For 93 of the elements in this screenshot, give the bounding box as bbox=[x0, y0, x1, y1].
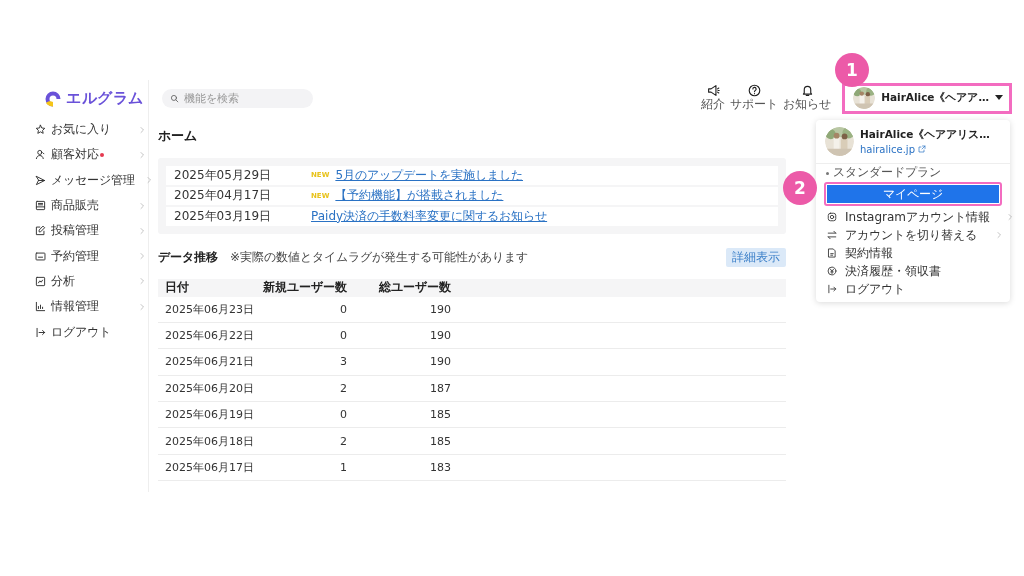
send-icon bbox=[35, 174, 46, 186]
chevron-icon bbox=[138, 150, 146, 159]
step-number: 2 bbox=[783, 171, 817, 205]
sidebar-item[interactable]: 情報管理 bbox=[30, 294, 148, 320]
chevron-icon bbox=[138, 302, 146, 311]
table-cell-text: 0 bbox=[339, 329, 347, 343]
chevron-icon bbox=[138, 252, 146, 261]
column-header: 新規ユーザー数 bbox=[262, 279, 347, 296]
camera-icon bbox=[827, 212, 837, 222]
header-icon-button[interactable]: お知らせ bbox=[783, 84, 832, 112]
notice-link[interactable]: Paidy決済の手数料率変更に関するお知らせ bbox=[311, 207, 548, 225]
my-page-button[interactable]: マイページ bbox=[824, 182, 1002, 206]
table-cell-text: 0 bbox=[339, 302, 347, 316]
table-cell-text: 2025年06月20日 bbox=[165, 380, 255, 396]
search-icon bbox=[170, 93, 179, 103]
table-cell-text: 2025年06月18日 bbox=[165, 433, 255, 449]
sidebar-item[interactable]: メッセージ管理 bbox=[30, 167, 148, 193]
account-button[interactable]: HairAlice《ヘアア… bbox=[842, 82, 1012, 114]
megaphone-icon bbox=[706, 84, 720, 98]
column-header: 総ユーザー数 bbox=[378, 279, 451, 296]
calendar-icon bbox=[35, 250, 46, 262]
menu-item[interactable]: Instagramアカウント情報 bbox=[816, 208, 1010, 226]
sidebar-item[interactable]: 投稿管理 bbox=[30, 218, 148, 244]
menu-item[interactable]: 決済履歴・領収書 bbox=[816, 262, 1010, 280]
header-icon-button[interactable]: 紹介 bbox=[701, 84, 726, 112]
chevron-icon bbox=[995, 231, 1003, 239]
table-cell-text: 2 bbox=[339, 381, 347, 395]
document-icon bbox=[827, 248, 837, 258]
chevron-icon bbox=[138, 226, 146, 235]
coin-icon bbox=[827, 266, 837, 276]
notice-date: 2025年03月19日 bbox=[174, 207, 273, 225]
table-cell-text: 2025年06月21日 bbox=[165, 354, 255, 370]
swap-icon bbox=[827, 230, 837, 240]
notice-link[interactable]: 【予約機能】が搭載されました bbox=[335, 187, 504, 205]
logo-icon bbox=[44, 89, 62, 108]
sidebar-item[interactable]: 顧客対応 bbox=[30, 142, 148, 168]
bar-chart-icon bbox=[35, 301, 46, 313]
table-cell-text: 0 bbox=[339, 408, 347, 422]
notice-date: 2025年04月17日 bbox=[174, 187, 273, 205]
chevron-icon bbox=[138, 125, 146, 134]
section-title: データ推移 bbox=[158, 249, 218, 266]
alert-dot bbox=[100, 152, 104, 157]
logout-icon bbox=[35, 326, 46, 338]
notice-link[interactable]: 5月のアップデートを実施しました bbox=[335, 166, 523, 184]
table-cell-text: 3 bbox=[339, 355, 347, 369]
table-cell-text: 2025年06月22日 bbox=[165, 328, 255, 344]
logout-icon bbox=[827, 284, 837, 294]
header-icon-button[interactable]: サポート bbox=[730, 84, 779, 112]
note-text: ※実際の数値とタイムラグが発生する可能性があります bbox=[230, 249, 529, 266]
help-icon bbox=[747, 84, 761, 98]
document-icon bbox=[35, 275, 46, 287]
table-cell-text: 2 bbox=[339, 434, 347, 448]
table-cell-text: 185 bbox=[429, 408, 451, 422]
person-icon bbox=[35, 149, 46, 161]
table-cell-text: 1 bbox=[339, 461, 347, 475]
star-icon bbox=[35, 124, 46, 136]
sidebar-item[interactable]: ログアウト bbox=[30, 319, 148, 345]
menu-item[interactable]: 契約情報 bbox=[816, 244, 1010, 262]
account-name: HairAlice《ヘアアリス… bbox=[860, 128, 990, 142]
site-link[interactable]: hairalice.jp bbox=[860, 143, 990, 155]
bell-icon bbox=[800, 84, 814, 98]
chevron-icon bbox=[138, 277, 146, 286]
sidebar-item[interactable]: お気に入り bbox=[30, 117, 148, 143]
external-link-icon bbox=[918, 145, 926, 154]
table-cell-text: 2025年06月19日 bbox=[165, 407, 255, 423]
notice-date: 2025年05月29日 bbox=[174, 166, 273, 184]
table-cell-text: 190 bbox=[429, 302, 451, 316]
chevron-icon bbox=[138, 201, 146, 210]
caret-icon bbox=[995, 95, 1003, 101]
plan-dot bbox=[826, 171, 829, 175]
details-button[interactable]: 詳細表示 bbox=[726, 248, 786, 267]
sidebar-item[interactable]: 商品販売 bbox=[30, 192, 148, 219]
step-number: 1 bbox=[835, 53, 869, 87]
table-cell-text: 187 bbox=[429, 381, 451, 395]
table-cell-text: 190 bbox=[429, 329, 451, 343]
table-cell-text: 190 bbox=[429, 355, 451, 369]
table-cell-text: 2025年06月23日 bbox=[165, 301, 255, 317]
chevron-icon bbox=[145, 176, 153, 185]
sidebar-item[interactable]: 分析 bbox=[30, 268, 148, 295]
menu-item[interactable]: ログアウト bbox=[816, 280, 1010, 298]
plan-label: スタンダードプラン bbox=[833, 166, 941, 180]
search-field[interactable]: 機能を検索 bbox=[162, 88, 313, 108]
register-icon bbox=[35, 200, 46, 212]
table-cell-text: 185 bbox=[429, 434, 451, 448]
menu-item[interactable]: アカウントを切り替える bbox=[816, 226, 1010, 244]
chevron-icon bbox=[1006, 213, 1015, 221]
logo-text: エルグラム bbox=[66, 89, 144, 108]
sidebar-item[interactable]: 予約管理 bbox=[30, 243, 148, 269]
table-cell-text: 2025年06月17日 bbox=[165, 460, 255, 476]
page-title: ホーム bbox=[158, 127, 198, 145]
edit-icon bbox=[35, 225, 46, 237]
column-header: 日付 bbox=[165, 279, 190, 296]
table-cell-text: 183 bbox=[429, 461, 451, 475]
